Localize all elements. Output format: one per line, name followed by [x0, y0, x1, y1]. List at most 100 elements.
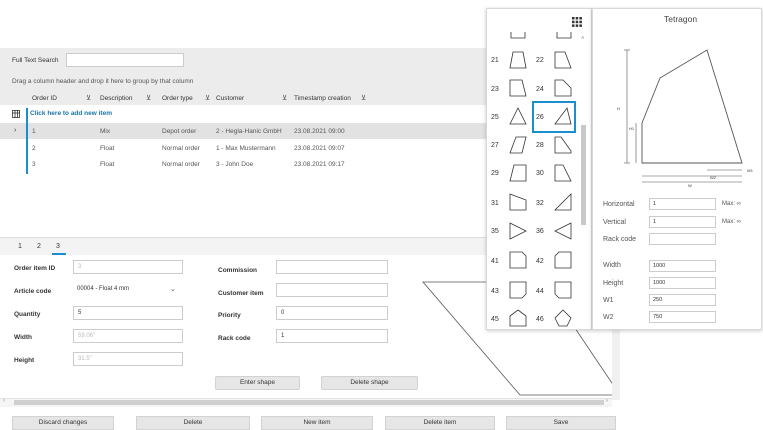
height-field: 31.5" — [73, 352, 183, 366]
shape-23-icon[interactable] — [508, 78, 528, 98]
article-code-select[interactable]: 00004 - Float 4 mm — [73, 283, 183, 297]
shape-46-icon[interactable] — [553, 308, 573, 328]
table-icon — [12, 110, 20, 118]
commission-label: Commission — [218, 267, 258, 274]
shape-25-icon[interactable] — [508, 106, 528, 126]
vertical-field[interactable]: 1 — [649, 216, 716, 228]
shape-41-icon[interactable] — [508, 250, 528, 270]
vertical-max: Max: ∞ — [722, 219, 741, 225]
enter-shape-button[interactable]: Enter shape — [215, 376, 300, 390]
height-label: Height — [603, 280, 624, 287]
tetragon-title: Tetragon — [664, 14, 698, 24]
commission-field[interactable] — [276, 260, 388, 274]
filter-icon[interactable]: ⊻ — [282, 94, 287, 102]
delete-shape-button[interactable]: Delete shape — [321, 376, 418, 390]
tetragon-diagram: H H1 W1 W2 W — [617, 49, 754, 188]
shape-number: 41 — [491, 258, 499, 265]
filter-icon[interactable]: ⊻ — [86, 94, 91, 102]
group-panel-hint: Drag a column header and drop it here to… — [12, 78, 194, 85]
shape-26-icon[interactable] — [553, 106, 573, 126]
customer-item-field[interactable] — [276, 283, 388, 297]
add-item-link[interactable]: Click here to add new item — [30, 110, 112, 117]
w2-label: W2 — [603, 314, 614, 321]
order-item-id-label: Order item ID — [14, 265, 56, 272]
horizontal-scroll-thumb[interactable] — [14, 400, 604, 405]
quantity-field[interactable]: 5 — [73, 306, 183, 320]
cell-timestamp: 23.08.2021 09:00 — [294, 128, 345, 135]
tab-3[interactable]: 3 — [56, 243, 60, 250]
shape-number: 43 — [491, 288, 499, 295]
column-description[interactable]: Description — [100, 95, 133, 102]
svg-text:W: W — [688, 183, 692, 188]
horizontal-field[interactable]: 1 — [649, 198, 716, 210]
rack-code-field[interactable] — [649, 233, 716, 245]
column-order-type[interactable]: Order type — [162, 95, 193, 102]
shape-number: 46 — [536, 316, 544, 323]
shape-number: 27 — [491, 142, 499, 149]
cell-customer: 3 - John Doe — [216, 161, 254, 168]
shape-44-icon[interactable] — [553, 280, 573, 300]
shape-31-icon[interactable] — [508, 192, 528, 212]
customer-item-label: Customer item — [218, 290, 264, 297]
shape-42-icon[interactable] — [553, 250, 573, 270]
shape-number: 42 — [536, 258, 544, 265]
svg-text:W2: W2 — [710, 175, 717, 180]
cell-customer: 2 - Hegla-Hanic GmbH — [216, 128, 282, 135]
shape-number: 24 — [536, 86, 544, 93]
shape-29-icon[interactable] — [508, 163, 528, 183]
shape-27-icon[interactable] — [508, 135, 528, 155]
cell-description: Float — [100, 161, 115, 168]
shape-number: 22 — [536, 57, 544, 64]
svg-text:H1: H1 — [629, 126, 635, 131]
chevron-down-icon[interactable]: ⌄ — [170, 285, 176, 293]
tab-1[interactable]: 1 — [18, 243, 22, 250]
shape-21-icon[interactable] — [508, 50, 528, 70]
w1-field[interactable]: 250 — [649, 294, 716, 306]
shape-number: 30 — [536, 170, 544, 177]
shape-30-icon[interactable] — [553, 163, 573, 183]
partial-shape-row — [510, 32, 572, 39]
scroll-up-icon[interactable]: ˄ — [581, 36, 585, 42]
tab-active-indicator — [52, 253, 66, 255]
horizontal-max: Max: ∞ — [722, 201, 741, 207]
column-order-id[interactable]: Order ID — [32, 95, 57, 102]
height-label: Height — [14, 357, 35, 364]
width-field[interactable]: 1000 — [649, 260, 716, 272]
shape-35-icon[interactable] — [508, 221, 528, 241]
rack-code-field[interactable]: 1 — [276, 329, 388, 343]
cell-order-id: 2 — [32, 145, 36, 152]
article-code-value: 00004 - Float 4 mm — [77, 286, 130, 292]
filter-icon[interactable]: ⊻ — [146, 94, 151, 102]
priority-field[interactable]: 0 — [276, 306, 388, 320]
shape-list-scroll-thumb[interactable] — [581, 125, 586, 225]
w2-field[interactable]: 750 — [649, 311, 716, 323]
shape-number: 25 — [491, 114, 499, 121]
shape-43-icon[interactable] — [508, 280, 528, 300]
cell-timestamp: 23.08.2021 09:17 — [294, 161, 345, 168]
cell-timestamp: 23.08.2021 09:07 — [294, 145, 345, 152]
width-label: Width — [14, 334, 32, 341]
shape-28-icon[interactable] — [553, 135, 573, 155]
shape-45-icon[interactable] — [508, 308, 528, 328]
filter-icon[interactable]: ⊻ — [205, 94, 210, 102]
priority-label: Priority — [218, 312, 241, 319]
width-field: 59.06" — [73, 329, 183, 343]
column-customer[interactable]: Customer — [216, 95, 244, 102]
search-input[interactable] — [66, 53, 184, 67]
shape-24-icon[interactable] — [553, 78, 573, 98]
shape-number: 45 — [491, 316, 499, 323]
height-field[interactable]: 1000 — [649, 277, 716, 289]
svg-text:H: H — [617, 106, 620, 111]
scroll-right-icon[interactable]: › — [606, 398, 608, 404]
shape-22-icon[interactable] — [553, 50, 573, 70]
shape-32-icon[interactable] — [553, 192, 573, 212]
scroll-left-icon[interactable]: ‹ — [3, 398, 5, 404]
tab-2[interactable]: 2 — [37, 243, 41, 250]
article-code-label: Article code — [14, 288, 52, 295]
shape-number: 23 — [491, 86, 499, 93]
grid-view-icon[interactable] — [572, 17, 582, 27]
filter-icon[interactable]: ⊻ — [361, 94, 366, 102]
shape-36-icon[interactable] — [553, 221, 573, 241]
column-timestamp[interactable]: Timestamp creation — [294, 95, 351, 102]
chevron-right-icon: › — [14, 127, 17, 134]
